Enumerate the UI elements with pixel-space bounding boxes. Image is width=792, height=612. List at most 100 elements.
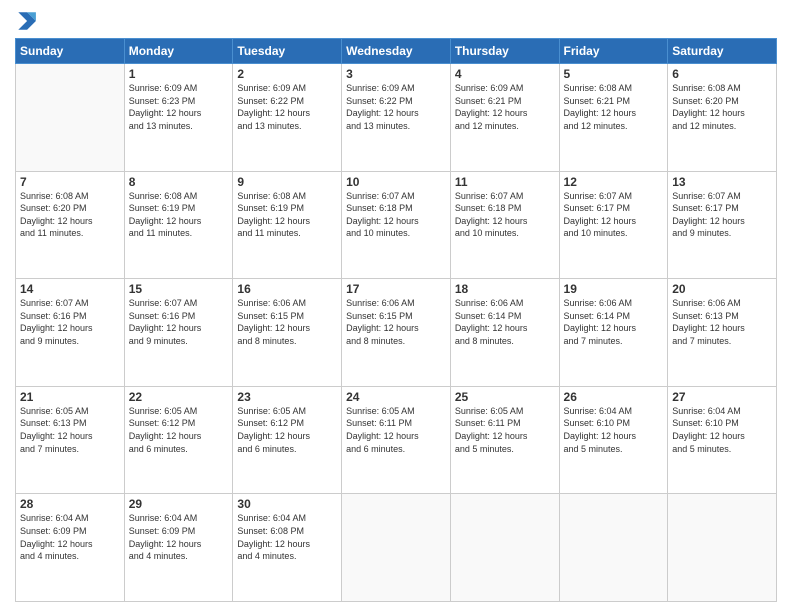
day-info: Sunrise: 6:04 AMSunset: 6:08 PMDaylight:… (237, 512, 337, 562)
header-day: Friday (559, 39, 668, 64)
day-info: Sunrise: 6:09 AMSunset: 6:21 PMDaylight:… (455, 82, 555, 132)
day-number: 17 (346, 282, 446, 296)
day-info: Sunrise: 6:07 AMSunset: 6:17 PMDaylight:… (672, 190, 772, 240)
calendar-cell (668, 494, 777, 602)
day-info: Sunrise: 6:06 AMSunset: 6:14 PMDaylight:… (455, 297, 555, 347)
day-info: Sunrise: 6:07 AMSunset: 6:17 PMDaylight:… (564, 190, 664, 240)
day-number: 13 (672, 175, 772, 189)
calendar-cell: 5Sunrise: 6:08 AMSunset: 6:21 PMDaylight… (559, 64, 668, 172)
calendar-cell: 3Sunrise: 6:09 AMSunset: 6:22 PMDaylight… (342, 64, 451, 172)
week-row: 28 Sunrise: 6:04 AMSunset: 6:09 PMDayligh… (16, 494, 777, 602)
calendar-cell: 10Sunrise: 6:07 AMSunset: 6:18 PMDayligh… (342, 171, 451, 279)
day-info: Sunrise: 6:05 AMSunset: 6:11 PMDaylight:… (455, 405, 555, 455)
day-info: Sunrise: 6:08 AMSunset: 6:19 PMDaylight:… (237, 190, 337, 240)
calendar-cell: 13Sunrise: 6:07 AMSunset: 6:17 PMDayligh… (668, 171, 777, 279)
logo (15, 10, 41, 32)
day-number: 3 (346, 67, 446, 81)
day-number: 7 (20, 175, 120, 189)
calendar-table: SundayMondayTuesdayWednesdayThursdayFrid… (15, 38, 777, 602)
day-info: Sunrise: 6:06 AMSunset: 6:15 PMDaylight:… (346, 297, 446, 347)
calendar-cell: 17Sunrise: 6:06 AMSunset: 6:15 PMDayligh… (342, 279, 451, 387)
day-info: Sunrise: 6:07 AMSunset: 6:18 PMDaylight:… (455, 190, 555, 240)
day-info: Sunrise: 6:08 AMSunset: 6:21 PMDaylight:… (564, 82, 664, 132)
day-number: 2 (237, 67, 337, 81)
day-info: Sunrise: 6:06 AMSunset: 6:14 PMDaylight:… (564, 297, 664, 347)
day-number: 19 (564, 282, 664, 296)
day-info: Sunrise: 6:08 AMSunset: 6:20 PMDaylight:… (672, 82, 772, 132)
day-number: 4 (455, 67, 555, 81)
calendar-cell: 25Sunrise: 6:05 AMSunset: 6:11 PMDayligh… (450, 386, 559, 494)
header-row: SundayMondayTuesdayWednesdayThursdayFrid… (16, 39, 777, 64)
calendar-cell (450, 494, 559, 602)
calendar-cell: 11Sunrise: 6:07 AMSunset: 6:18 PMDayligh… (450, 171, 559, 279)
day-info: Sunrise: 6:05 AMSunset: 6:12 PMDaylight:… (237, 405, 337, 455)
day-info: Sunrise: 6:04 AMSunset: 6:10 PMDaylight:… (672, 405, 772, 455)
day-number: 15 (129, 282, 229, 296)
page: SundayMondayTuesdayWednesdayThursdayFrid… (0, 0, 792, 612)
header-day: Tuesday (233, 39, 342, 64)
day-info: Sunrise: 6:09 AMSunset: 6:23 PMDaylight:… (129, 82, 229, 132)
calendar-cell: 27Sunrise: 6:04 AMSunset: 6:10 PMDayligh… (668, 386, 777, 494)
day-number: 30 (237, 497, 337, 511)
calendar-cell: 1Sunrise: 6:09 AMSunset: 6:23 PMDaylight… (124, 64, 233, 172)
day-number: 24 (346, 390, 446, 404)
calendar-cell: 9Sunrise: 6:08 AMSunset: 6:19 PMDaylight… (233, 171, 342, 279)
day-info: Sunrise: 6:04 AMSunset: 6:10 PMDaylight:… (564, 405, 664, 455)
header-day: Wednesday (342, 39, 451, 64)
day-number: 14 (20, 282, 120, 296)
calendar-cell: 22Sunrise: 6:05 AMSunset: 6:12 PMDayligh… (124, 386, 233, 494)
week-row: 21Sunrise: 6:05 AMSunset: 6:13 PMDayligh… (16, 386, 777, 494)
header-day: Thursday (450, 39, 559, 64)
day-number: 5 (564, 67, 664, 81)
day-number: 29 (129, 497, 229, 511)
day-number: 8 (129, 175, 229, 189)
week-row: 1Sunrise: 6:09 AMSunset: 6:23 PMDaylight… (16, 64, 777, 172)
calendar-cell: 18Sunrise: 6:06 AMSunset: 6:14 PMDayligh… (450, 279, 559, 387)
day-info: Sunrise: 6:05 AMSunset: 6:11 PMDaylight:… (346, 405, 446, 455)
calendar-cell: 8Sunrise: 6:08 AMSunset: 6:19 PMDaylight… (124, 171, 233, 279)
day-number: 12 (564, 175, 664, 189)
day-number: 23 (237, 390, 337, 404)
day-number: 22 (129, 390, 229, 404)
day-number: 18 (455, 282, 555, 296)
day-info: Sunrise: 6:05 AMSunset: 6:12 PMDaylight:… (129, 405, 229, 455)
calendar-cell: 26Sunrise: 6:04 AMSunset: 6:10 PMDayligh… (559, 386, 668, 494)
calendar-cell: 16Sunrise: 6:06 AMSunset: 6:15 PMDayligh… (233, 279, 342, 387)
calendar-cell: 15Sunrise: 6:07 AMSunset: 6:16 PMDayligh… (124, 279, 233, 387)
day-info: Sunrise: 6:04 AMSunset: 6:09 PMDaylight:… (129, 512, 229, 562)
day-number: 6 (672, 67, 772, 81)
day-info: Sunrise: 6:05 AMSunset: 6:13 PMDaylight:… (20, 405, 120, 455)
day-number: 28 (20, 497, 120, 511)
week-row: 14Sunrise: 6:07 AMSunset: 6:16 PMDayligh… (16, 279, 777, 387)
calendar-cell: 24Sunrise: 6:05 AMSunset: 6:11 PMDayligh… (342, 386, 451, 494)
calendar-cell: 12Sunrise: 6:07 AMSunset: 6:17 PMDayligh… (559, 171, 668, 279)
calendar-cell: 19Sunrise: 6:06 AMSunset: 6:14 PMDayligh… (559, 279, 668, 387)
day-info: Sunrise: 6:08 AMSunset: 6:19 PMDaylight:… (129, 190, 229, 240)
calendar-cell: 4Sunrise: 6:09 AMSunset: 6:21 PMDaylight… (450, 64, 559, 172)
header-day: Saturday (668, 39, 777, 64)
day-info: Sunrise: 6:07 AMSunset: 6:18 PMDaylight:… (346, 190, 446, 240)
calendar-cell: 14Sunrise: 6:07 AMSunset: 6:16 PMDayligh… (16, 279, 125, 387)
calendar-cell: 2Sunrise: 6:09 AMSunset: 6:22 PMDaylight… (233, 64, 342, 172)
calendar-cell: 30Sunrise: 6:04 AMSunset: 6:08 PMDayligh… (233, 494, 342, 602)
day-number: 11 (455, 175, 555, 189)
day-info: Sunrise: 6:08 AMSunset: 6:20 PMDaylight:… (20, 190, 120, 240)
day-info: Sunrise: 6:09 AMSunset: 6:22 PMDaylight:… (346, 82, 446, 132)
calendar-cell: 21Sunrise: 6:05 AMSunset: 6:13 PMDayligh… (16, 386, 125, 494)
day-number: 26 (564, 390, 664, 404)
day-number: 20 (672, 282, 772, 296)
day-info: Sunrise: 6:09 AMSunset: 6:22 PMDaylight:… (237, 82, 337, 132)
calendar-cell: 7Sunrise: 6:08 AMSunset: 6:20 PMDaylight… (16, 171, 125, 279)
calendar-cell: 6Sunrise: 6:08 AMSunset: 6:20 PMDaylight… (668, 64, 777, 172)
day-number: 25 (455, 390, 555, 404)
day-info: Sunrise: 6:06 AMSunset: 6:15 PMDaylight:… (237, 297, 337, 347)
calendar-cell: 23Sunrise: 6:05 AMSunset: 6:12 PMDayligh… (233, 386, 342, 494)
calendar-cell: 29Sunrise: 6:04 AMSunset: 6:09 PMDayligh… (124, 494, 233, 602)
day-number: 27 (672, 390, 772, 404)
calendar-cell: 20Sunrise: 6:06 AMSunset: 6:13 PMDayligh… (668, 279, 777, 387)
week-row: 7Sunrise: 6:08 AMSunset: 6:20 PMDaylight… (16, 171, 777, 279)
day-number: 21 (20, 390, 120, 404)
calendar-cell: 28Sunrise: 6:04 AMSunset: 6:09 PMDayligh… (16, 494, 125, 602)
day-number: 1 (129, 67, 229, 81)
header (15, 10, 777, 32)
